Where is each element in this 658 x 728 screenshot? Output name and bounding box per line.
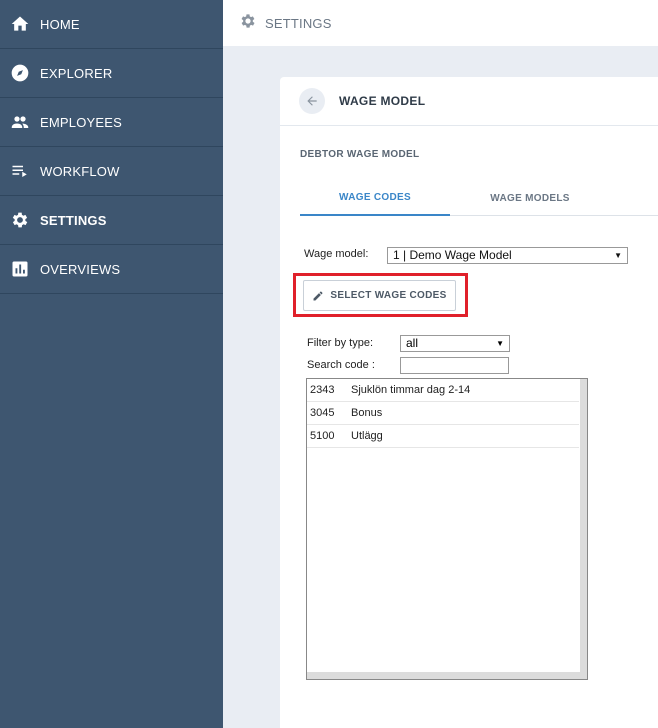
select-wage-codes-button[interactable]: SELECT WAGE CODES <box>303 280 456 311</box>
gear-icon <box>0 210 40 230</box>
vertical-scrollbar[interactable] <box>580 379 587 679</box>
sidebar-item-home[interactable]: HOME <box>0 0 223 49</box>
tab-bar: WAGE CODES WAGE MODELS <box>300 180 658 216</box>
sidebar-item-workflow[interactable]: WORKFLOW <box>0 147 223 196</box>
sidebar-item-label: OVERVIEWS <box>40 261 121 277</box>
wage-code-name: Sjuklön timmar dag 2-14 <box>351 384 471 396</box>
sidebar-item-employees[interactable]: EMPLOYEES <box>0 98 223 147</box>
wage-code-name: Utlägg <box>351 430 383 442</box>
tab-wage-models[interactable]: WAGE MODELS <box>450 180 610 216</box>
card-title: WAGE MODEL <box>339 94 426 108</box>
wage-codes-list[interactable]: 2343 Sjuklön timmar dag 2-14 3045 Bonus … <box>306 378 588 680</box>
wage-code: 2343 <box>310 384 335 396</box>
top-bar: SETTINGS <box>223 0 658 46</box>
filter-type-select[interactable]: all ▼ <box>400 335 510 352</box>
search-code-label: Search code : <box>307 359 375 371</box>
tab-wage-codes[interactable]: WAGE CODES <box>300 180 450 216</box>
sidebar: HOME EXPLORER EMPLOYEES WORKFLOW SETTING… <box>0 0 223 728</box>
dropdown-arrow-icon: ▼ <box>496 339 504 348</box>
wage-model-label: Wage model: <box>304 248 369 260</box>
card-subtitle: DEBTOR WAGE MODEL <box>300 149 420 160</box>
wage-code: 3045 <box>310 407 335 419</box>
compass-icon <box>0 63 40 83</box>
select-wage-codes-label: SELECT WAGE CODES <box>330 290 447 301</box>
horizontal-scrollbar[interactable] <box>307 672 587 679</box>
back-button[interactable] <box>299 88 325 114</box>
sidebar-item-settings[interactable]: SETTINGS <box>0 196 223 245</box>
wage-code: 5100 <box>310 430 335 442</box>
home-icon <box>0 14 40 34</box>
page-title: SETTINGS <box>265 15 332 31</box>
sidebar-item-label: WORKFLOW <box>40 163 120 179</box>
playlist-icon <box>0 162 40 180</box>
wage-model-card: WAGE MODEL DEBTOR WAGE MODEL WAGE CODES … <box>280 77 658 728</box>
list-item[interactable]: 2343 Sjuklön timmar dag 2-14 <box>307 379 579 402</box>
sidebar-item-overviews[interactable]: OVERVIEWS <box>0 245 223 294</box>
sidebar-item-label: EXPLORER <box>40 65 113 81</box>
sidebar-item-label: HOME <box>40 16 80 32</box>
sidebar-item-explorer[interactable]: EXPLORER <box>0 49 223 98</box>
filter-type-value: all <box>406 336 419 350</box>
card-header: WAGE MODEL <box>280 77 658 126</box>
dropdown-arrow-icon: ▼ <box>614 251 622 260</box>
bar-chart-icon <box>0 260 40 278</box>
wage-model-select[interactable]: 1 | Demo Wage Model ▼ <box>387 247 628 264</box>
people-icon <box>0 113 40 131</box>
sidebar-item-label: EMPLOYEES <box>40 114 122 130</box>
search-code-input[interactable] <box>400 357 509 374</box>
filter-type-label: Filter by type: <box>307 337 374 349</box>
list-item[interactable]: 5100 Utlägg <box>307 425 579 448</box>
arrow-left-icon <box>305 94 319 108</box>
list-item[interactable]: 3045 Bonus <box>307 402 579 425</box>
gear-icon <box>239 12 257 35</box>
wage-model-value: 1 | Demo Wage Model <box>393 248 512 262</box>
pencil-icon <box>312 290 324 302</box>
wage-code-name: Bonus <box>351 407 383 419</box>
sidebar-item-label: SETTINGS <box>40 212 107 228</box>
